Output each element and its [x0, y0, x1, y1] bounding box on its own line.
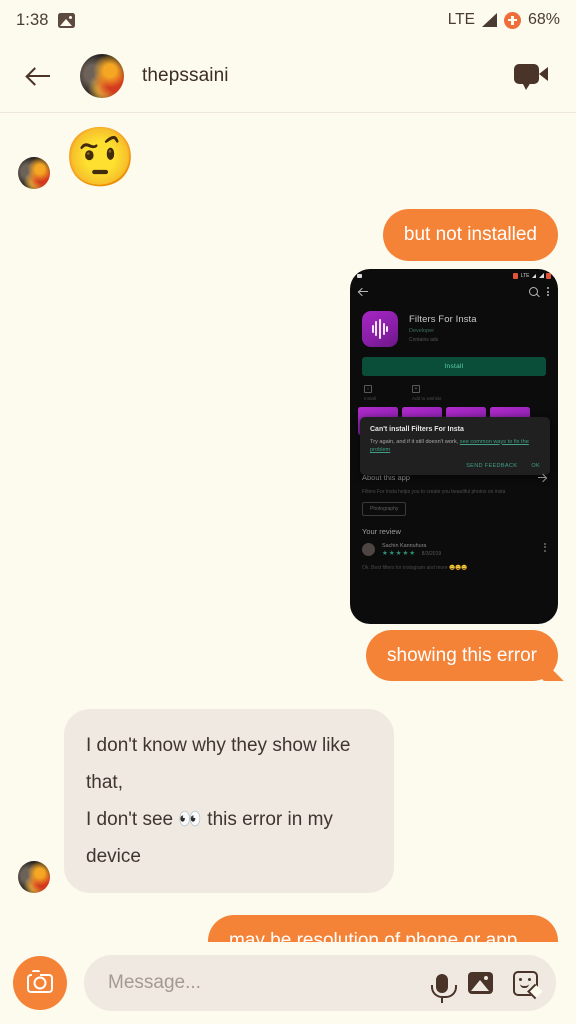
screenshot-dialog-text: Try again, and if it still doesn't work,	[370, 438, 460, 445]
screenshot-status-bar: LTE	[350, 269, 558, 283]
message-bubble-outgoing[interactable]: showing this error	[366, 629, 558, 682]
screenshot-app-icon	[362, 310, 398, 347]
network-label: LTE	[447, 11, 475, 28]
message-composer	[0, 942, 576, 1024]
screenshot-overflow-icon	[547, 287, 549, 297]
contact-avatar[interactable]	[80, 54, 124, 98]
status-time: 1:38	[16, 10, 49, 29]
screenshot-toolbar	[350, 283, 558, 301]
microphone-icon[interactable]	[431, 973, 457, 1003]
screenshot-dialog-body: Try again, and if it still doesn't work,…	[370, 438, 540, 454]
screenshot-action-row: ↓ Install + Add to wishlist	[350, 376, 558, 407]
screenshot-app-name: Filters For Insta	[409, 313, 477, 325]
sender-avatar	[18, 861, 50, 894]
screenshot-review-heading: Your review	[362, 526, 401, 536]
message-row-incoming: I don't know why they show like that, I …	[18, 709, 558, 894]
message-bubble-incoming[interactable]: I don't know why they show like that, I …	[64, 709, 394, 894]
camera-button[interactable]	[13, 956, 67, 1010]
sticker-icon[interactable]	[513, 970, 538, 996]
emoji-message: 🤨	[64, 125, 137, 190]
screenshot-review-stars: ★★★★★	[382, 549, 417, 557]
screenshot-about-text: Filters For Insta helps you to create yo…	[362, 488, 506, 495]
message-row-outgoing: but not installed	[18, 209, 558, 261]
screenshot-install-button: Install	[362, 356, 546, 376]
status-bar-left: 1:38	[16, 11, 75, 30]
message-line-1: I don't know why they show like that,	[86, 735, 351, 794]
screenshot-search-icon	[529, 287, 538, 297]
conversation-header: thepssaini	[0, 40, 576, 113]
status-bar: 1:38 LTE 68%	[0, 0, 576, 40]
screenshot-error-dialog: Can't install Filters For Insta Try agai…	[360, 416, 550, 475]
screenshot-network-label: LTE	[520, 272, 530, 279]
screenshot-review-date: 8/3/2019	[421, 550, 442, 557]
message-row-incoming: 🤨	[18, 129, 558, 189]
screenshot-action-wishlist: + Add to wishlist	[412, 384, 442, 401]
screenshot-dialog-title: Can't install Filters For Insta	[370, 425, 464, 433]
message-input[interactable]	[108, 972, 416, 994]
image-icon	[57, 12, 75, 28]
message-input-container[interactable]	[84, 955, 556, 1011]
camera-icon	[27, 969, 53, 993]
gallery-icon[interactable]	[468, 972, 493, 994]
message-bubble-outgoing[interactable]: but not installed	[382, 209, 558, 261]
screenshot-action-install: ↓ Install	[364, 384, 377, 401]
screenshot-category-chip: Photography	[362, 501, 407, 516]
attached-screenshot[interactable]: LTE Filters For Insta Developer Contains…	[350, 268, 558, 624]
screenshot-review-overflow-icon	[544, 542, 546, 552]
message-bubble-outgoing[interactable]: may be resolution of phone or app size d…	[208, 915, 558, 942]
messaging-screen: 1:38 LTE 68% thepssaini 🤨 but not instal…	[0, 0, 576, 1024]
sender-avatar	[18, 157, 50, 189]
message-row-attachment: LTE Filters For Insta Developer Contains…	[18, 268, 558, 624]
chevron-right-icon	[538, 473, 546, 481]
signal-icon	[481, 13, 497, 27]
back-arrow-icon[interactable]	[24, 61, 54, 91]
message-line-2: I don't see 👀 this error in my device	[86, 809, 333, 868]
screenshot-contains-ads: Contains ads	[409, 336, 439, 343]
message-row-outgoing: showing this error	[18, 629, 558, 682]
screenshot-dialog-send-feedback: SEND FEEDBACK	[466, 462, 518, 469]
screenshot-app-header: Filters For Insta Developer Contains ads	[350, 301, 558, 353]
message-row-outgoing: may be resolution of phone or app size d…	[18, 915, 558, 942]
screenshot-review-section: Your review Sachin Kannuhura ★★★★★ 8/3/2…	[350, 516, 558, 557]
status-bar-right: LTE 68%	[448, 11, 560, 29]
screenshot-battery-icon	[513, 272, 519, 279]
screenshot-review-text: Ok. Best filters for instagram and more …	[362, 564, 468, 571]
video-chat-icon[interactable]	[512, 59, 554, 93]
screenshot-app-developer: Developer	[409, 327, 435, 334]
battery-plus-icon	[503, 11, 521, 29]
battery-percent: 68%	[527, 11, 560, 28]
screenshot-back-icon	[359, 287, 368, 296]
screenshot-reviewer-avatar	[362, 542, 375, 556]
screenshot-dialog-ok: OK	[531, 462, 540, 469]
message-thread[interactable]: 🤨 but not installed LTE Filters For Inst…	[0, 113, 576, 942]
contact-username[interactable]: thepssaini	[142, 65, 229, 87]
